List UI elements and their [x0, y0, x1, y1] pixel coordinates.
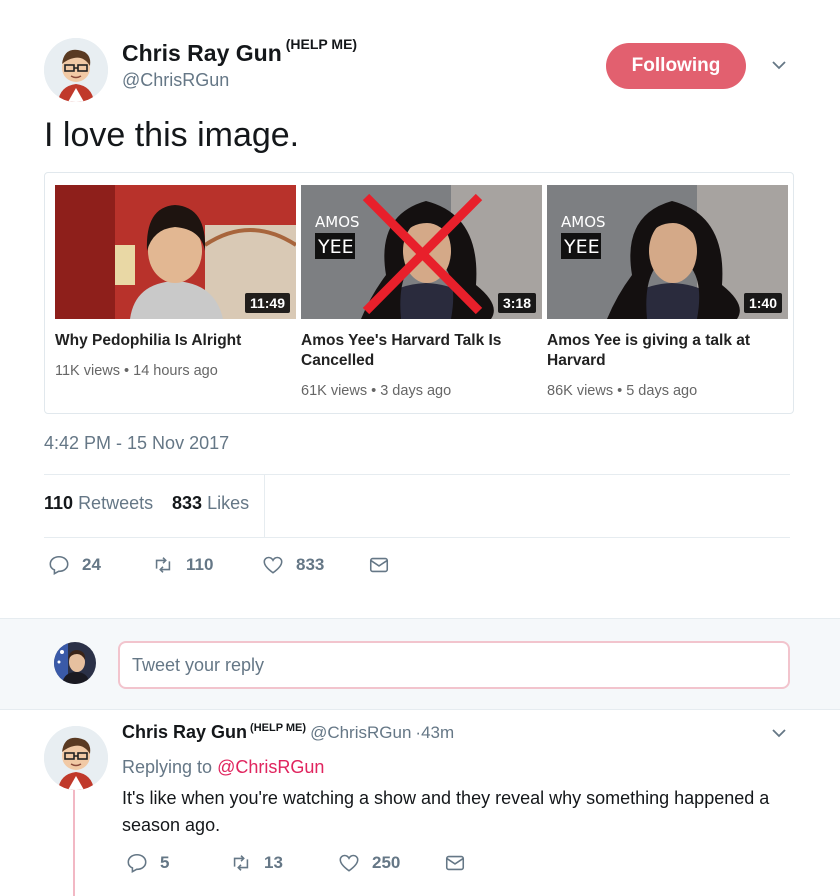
video-title[interactable]: Amos Yee's Harvard Talk Is Cancelled [301, 331, 537, 371]
video-duration: 11:49 [244, 293, 290, 313]
retweet-action[interactable]: 110 [152, 554, 213, 576]
video-duration: 1:40 [743, 293, 782, 313]
reply-action[interactable]: 5 [126, 852, 169, 874]
author-name-text: Chris Ray Gun [122, 40, 282, 66]
like-count: 833 [296, 555, 325, 574]
reply-header: Chris Ray Gun (HELP ME) @ChrisRGun ·43m [122, 722, 454, 743]
heart-icon [263, 556, 283, 574]
author-name-suffix: (HELP ME) [285, 36, 358, 52]
replying-prefix: Replying to [122, 757, 213, 777]
overlay-title-bottom: YEE [317, 236, 354, 258]
retweet-count: 110 [186, 555, 214, 574]
video-card[interactable]: 11:49 Why Pedophilia Is Alright 11K view… [44, 172, 794, 414]
reply-author-suffix: (HELP ME) [250, 722, 307, 734]
reply-menu-button[interactable] [770, 724, 792, 744]
author-avatar[interactable] [44, 38, 108, 102]
retweets-count: 110 [44, 493, 74, 513]
like-action[interactable]: 833 [262, 554, 324, 576]
reply-text: It's like when you're watching a show an… [122, 788, 770, 835]
following-button[interactable]: Following [606, 43, 746, 89]
video-meta: 61K views • 3 days ago [301, 383, 452, 399]
reply-icon [127, 853, 147, 874]
replying-handle-link[interactable]: @ChrisRGun [217, 757, 324, 777]
like-count: 250 [372, 853, 401, 872]
video-thumbnail[interactable]: AMOS YEE 1:40 [547, 185, 788, 319]
video-meta: 86K views • 5 days ago [547, 383, 698, 399]
reply-count: 5 [160, 853, 170, 872]
thread-line [73, 790, 75, 896]
author-handle[interactable]: @ChrisRGun [122, 70, 229, 91]
likes-stat[interactable]: 833 Likes [172, 493, 249, 514]
message-action[interactable] [444, 852, 466, 874]
author-name[interactable]: Chris Ray Gun (HELP ME) [122, 36, 357, 67]
stats-separator [264, 475, 265, 537]
overlay-title-top: AMOS [561, 213, 606, 231]
reply-count: 24 [82, 555, 101, 574]
overlay-title-bottom: YEE [563, 236, 600, 258]
tweet-timestamp[interactable]: 4:42 PM - 15 Nov 2017 [44, 433, 229, 454]
video-meta: 11K views • 14 hours ago [55, 363, 218, 379]
likes-label: Likes [207, 493, 250, 513]
retweets-label: Retweets [78, 493, 154, 513]
video-duration: 3:18 [497, 293, 536, 313]
envelope-icon [445, 855, 465, 871]
retweet-count: 13 [264, 853, 283, 872]
reply-author-handle[interactable]: @ChrisRGun [310, 723, 411, 742]
video-thumbnail[interactable]: 11:49 [55, 185, 296, 319]
retweet-action[interactable]: 13 [230, 852, 283, 874]
envelope-icon [369, 557, 389, 573]
divider [44, 537, 790, 538]
retweets-stat[interactable]: 110 Retweets [44, 493, 153, 514]
message-action[interactable] [368, 554, 390, 576]
video-thumbnail[interactable]: AMOS YEE 3:18 [301, 185, 542, 319]
chevron-down-icon [772, 729, 786, 738]
video-title[interactable]: Amos Yee is giving a talk at Harvard [547, 331, 783, 371]
likes-count: 833 [172, 493, 203, 513]
reply-author-avatar[interactable] [44, 726, 108, 790]
replying-to: Replying to @ChrisRGun [122, 757, 324, 778]
video-title[interactable]: Why Pedophilia Is Alright [55, 331, 291, 351]
chevron-down-icon [772, 61, 786, 70]
reply-author-name-text: Chris Ray Gun [122, 722, 248, 742]
reply-icon [49, 555, 69, 576]
reply-input[interactable]: Tweet your reply [118, 641, 790, 689]
reply-action[interactable]: 24 [48, 554, 101, 576]
overlay-title-top: AMOS [315, 213, 360, 231]
divider [44, 474, 790, 475]
tweet-text: I love this image. [44, 116, 300, 154]
tweet-menu-button[interactable] [770, 56, 792, 76]
user-avatar[interactable] [54, 642, 96, 684]
retweet-icon [233, 855, 249, 871]
reply-age[interactable]: ·43m [415, 723, 454, 742]
reply-author-name[interactable]: Chris Ray Gun (HELP ME) [122, 722, 306, 742]
like-action[interactable]: 250 [338, 852, 400, 874]
retweet-icon [155, 557, 171, 573]
heart-icon [339, 854, 359, 872]
